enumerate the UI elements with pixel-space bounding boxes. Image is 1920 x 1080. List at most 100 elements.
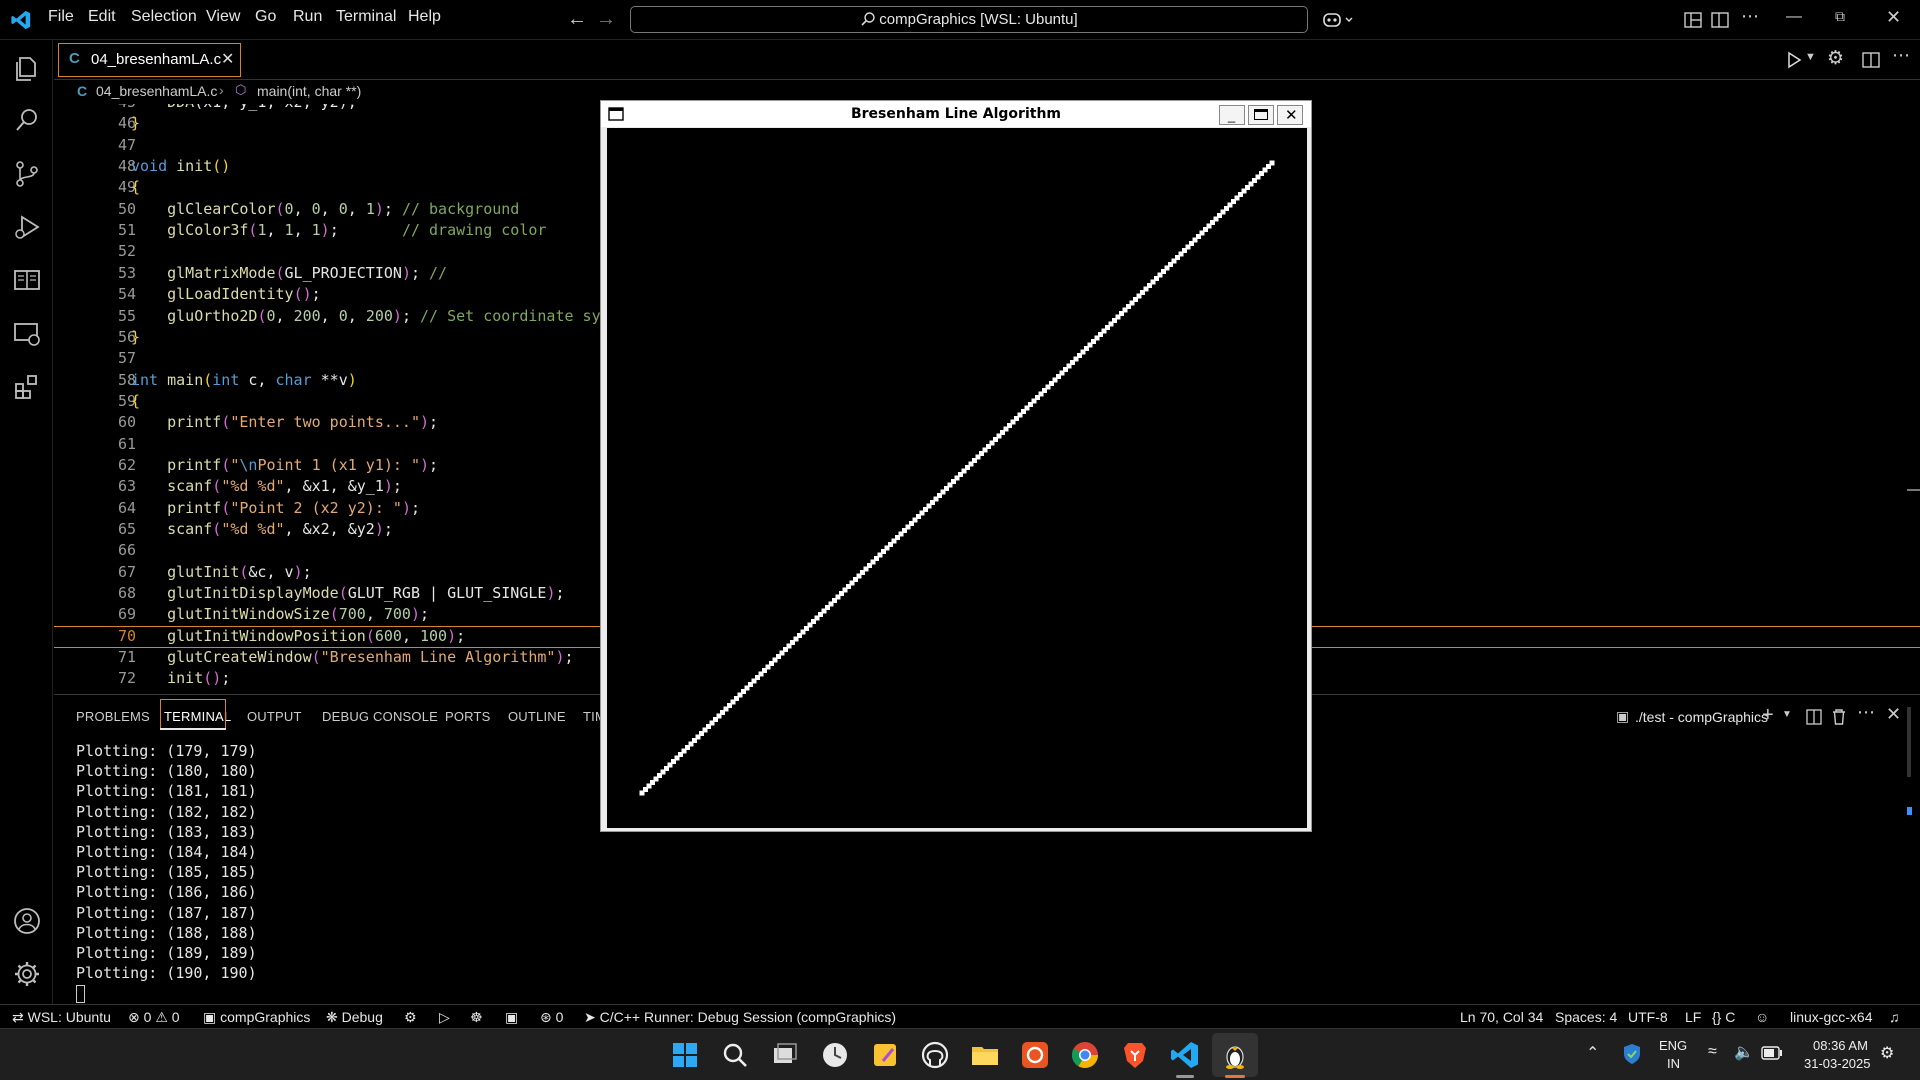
close-panel-icon[interactable]: ✕: [1886, 704, 1901, 725]
menu-view[interactable]: View: [206, 8, 240, 26]
clock-time[interactable]: 08:36 AM: [1813, 1038, 1868, 1053]
sticky-notes-icon[interactable]: [869, 1039, 901, 1071]
github-icon[interactable]: [919, 1039, 951, 1071]
language-indicator-top[interactable]: ENG: [1659, 1038, 1687, 1053]
glut-close-button[interactable]: ✕: [1277, 105, 1303, 125]
minimap-scroll-marker[interactable]: [1907, 489, 1920, 491]
clock-app-icon[interactable]: [819, 1039, 851, 1071]
folder-indicator[interactable]: ▣ compGraphics: [203, 1009, 310, 1026]
toggle-sidebar-icon[interactable]: [1711, 11, 1729, 29]
customize-layout-icon[interactable]: [1684, 11, 1702, 29]
more-actions-icon[interactable]: ⋯: [1741, 6, 1759, 27]
end-of-line[interactable]: LF: [1685, 1009, 1701, 1025]
more-actions-icon[interactable]: ⋯: [1892, 45, 1910, 66]
cursor-position[interactable]: Ln 70, Col 34: [1460, 1009, 1543, 1025]
run-debug-icon[interactable]: [12, 212, 42, 242]
linux-penguin-icon[interactable]: [1219, 1039, 1251, 1071]
tab-output[interactable]: OUTPUT: [247, 709, 302, 724]
glut-minimize-button[interactable]: _: [1219, 105, 1245, 125]
menu-file[interactable]: File: [48, 8, 74, 26]
account-icon[interactable]: [12, 906, 42, 936]
glut-title-bar[interactable]: Bresenham Line Algorithm _ ✕: [601, 101, 1311, 127]
cpp-configuration[interactable]: linux-gcc-x64: [1790, 1009, 1872, 1025]
problems-indicator[interactable]: ⊗ 0 ⚠ 0: [128, 1009, 180, 1026]
close-window-icon[interactable]: ✕: [1886, 7, 1901, 28]
debug-indicator[interactable]: ❋ Debug: [326, 1009, 383, 1026]
encoding[interactable]: UTF-8: [1628, 1009, 1668, 1025]
breadcrumb-symbol[interactable]: main(int, char **): [257, 83, 361, 99]
indentation[interactable]: Spaces: 4: [1555, 1009, 1617, 1025]
debug-bug-icon[interactable]: ☸: [470, 1009, 483, 1026]
terminal-line: Plotting: (186, 186): [76, 883, 257, 902]
defender-shield-icon[interactable]: [1622, 1043, 1642, 1065]
glut-window[interactable]: Bresenham Line Algorithm _ ✕: [600, 100, 1312, 832]
clock-date[interactable]: 31-03-2025: [1804, 1056, 1871, 1071]
book-icon[interactable]: [12, 265, 42, 295]
forward-arrow-icon[interactable]: →: [596, 8, 616, 31]
volume-icon[interactable]: 🔈: [1734, 1042, 1754, 1062]
glut-canvas[interactable]: [607, 128, 1307, 828]
trash-icon[interactable]: [1831, 708, 1847, 725]
language-mode[interactable]: {} C: [1712, 1009, 1735, 1025]
chevron-up-icon[interactable]: ⌃: [1586, 1043, 1599, 1063]
tab-ports[interactable]: PORTS: [445, 709, 491, 724]
menu-go[interactable]: Go: [255, 8, 276, 26]
tab-problems[interactable]: PROBLEMS: [76, 709, 150, 724]
language-indicator-bottom[interactable]: IN: [1667, 1056, 1680, 1071]
braces-icon: {}: [1712, 1009, 1726, 1025]
wifi-icon[interactable]: ≈: [1708, 1043, 1717, 1061]
run-icon[interactable]: [1786, 51, 1802, 69]
notifications-bell-icon[interactable]: ♫: [1889, 1009, 1900, 1025]
minimize-window-icon[interactable]: —: [1786, 8, 1802, 26]
source-control-icon[interactable]: [12, 159, 42, 189]
menu-help[interactable]: Help: [408, 8, 441, 26]
search-icon[interactable]: [12, 105, 42, 135]
split-terminal-icon[interactable]: [1806, 709, 1822, 725]
brave-icon[interactable]: [1119, 1039, 1151, 1071]
taskbar-search-icon[interactable]: [719, 1039, 751, 1071]
settings-gear-icon[interactable]: ⚙: [1827, 47, 1844, 70]
chevron-down-icon[interactable]: ▼: [1782, 709, 1792, 720]
back-arrow-icon[interactable]: ←: [567, 8, 587, 31]
task-view-icon[interactable]: [769, 1039, 801, 1071]
gear-icon[interactable]: [12, 959, 42, 989]
terminal-instance-label[interactable]: ./test - compGraphics: [1635, 709, 1768, 725]
antenna-icon: ⊛: [540, 1009, 556, 1025]
vscode-taskbar-icon[interactable]: [1169, 1039, 1201, 1071]
copilot-status-icon[interactable]: ☺: [1755, 1009, 1769, 1025]
menu-terminal[interactable]: Terminal: [336, 8, 396, 26]
explorer-icon[interactable]: [12, 53, 42, 83]
tab-debug-console[interactable]: DEBUG CONSOLE: [322, 709, 438, 724]
folder-label: compGraphics: [220, 1009, 311, 1025]
remote-indicator[interactable]: ⇄ WSL: Ubuntu: [12, 1009, 111, 1026]
chrome-icon[interactable]: [1069, 1039, 1101, 1071]
menu-selection[interactable]: Selection: [131, 8, 197, 26]
restore-window-icon[interactable]: ⧉: [1835, 8, 1845, 25]
glut-maximize-button[interactable]: [1248, 105, 1274, 125]
split-editor-icon[interactable]: [1862, 51, 1880, 69]
editor-tab-active[interactable]: C 04_bresenhamLA.c ✕: [58, 43, 241, 77]
ports-indicator[interactable]: ⊛ 0: [540, 1009, 563, 1026]
runner-indicator[interactable]: ➤ C/C++ Runner: Debug Session (compGraph…: [584, 1009, 896, 1026]
more-actions-icon[interactable]: ⋯: [1857, 702, 1875, 723]
terminal-scrollbar[interactable]: [1907, 707, 1911, 777]
run-icon[interactable]: ▷: [439, 1009, 450, 1026]
file-explorer-icon[interactable]: [969, 1039, 1001, 1071]
ubuntu-icon[interactable]: [1019, 1039, 1051, 1071]
menu-run[interactable]: Run: [293, 8, 322, 26]
tab-outline[interactable]: OUTLINE: [508, 709, 566, 724]
extensions-icon[interactable]: [12, 372, 42, 402]
remote-explorer-icon[interactable]: [12, 319, 42, 349]
breadcrumb-file[interactable]: 04_bresenhamLA.c: [96, 83, 217, 99]
copilot-icon[interactable]: [1322, 10, 1356, 30]
settings-gear-icon[interactable]: ⚙: [404, 1009, 417, 1026]
battery-icon[interactable]: [1761, 1046, 1783, 1060]
chevron-down-icon[interactable]: ▼: [1805, 51, 1816, 63]
close-tab-icon[interactable]: ✕: [221, 49, 234, 69]
windows-start-icon[interactable]: [669, 1039, 701, 1071]
menu-edit[interactable]: Edit: [88, 8, 116, 26]
notification-center-icon[interactable]: ⚙: [1880, 1043, 1894, 1063]
command-center-search[interactable]: compGraphics [WSL: Ubuntu]: [630, 6, 1308, 33]
trash-icon[interactable]: ▣: [505, 1009, 518, 1026]
new-terminal-icon[interactable]: +: [1762, 704, 1774, 727]
